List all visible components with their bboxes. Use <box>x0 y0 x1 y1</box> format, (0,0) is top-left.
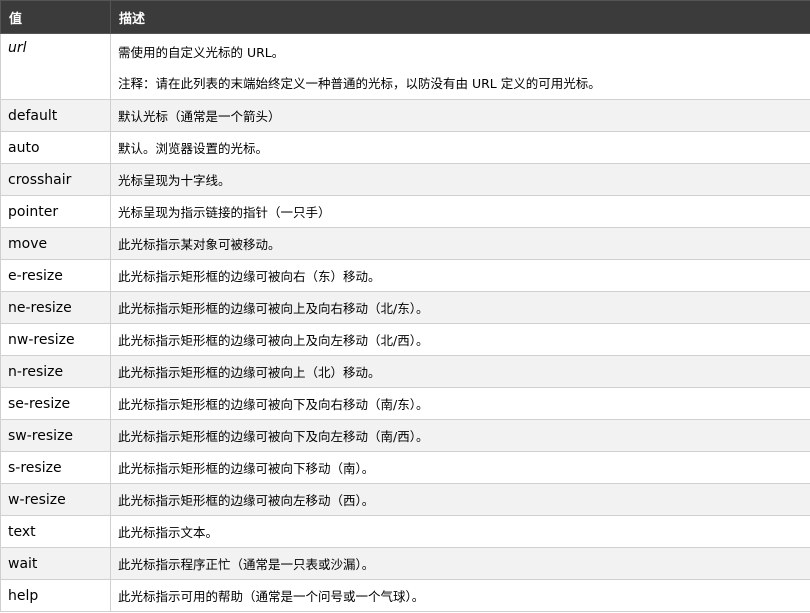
cell-value: e-resize <box>0 259 111 292</box>
cell-description: 光标呈现为十字线。 <box>110 163 810 196</box>
table-row: w-resize 此光标指示矩形框的边缘可被向左移动（西）。 <box>0 483 810 516</box>
cell-value: se-resize <box>0 387 111 420</box>
table-row: move 此光标指示某对象可被移动。 <box>0 227 810 260</box>
cell-description-note: 注释：请在此列表的末端始终定义一种普通的光标，以防没有由 URL 定义的可用光标… <box>118 76 601 91</box>
cell-value: url <box>0 33 111 100</box>
column-header-value: 值 <box>0 0 111 34</box>
cell-description: 此光标指示矩形框的边缘可被向上及向右移动（北/东）。 <box>110 291 810 324</box>
table-row: pointer 光标呈现为指示链接的指针（一只手） <box>0 195 810 228</box>
table-row: e-resize 此光标指示矩形框的边缘可被向右（东）移动。 <box>0 259 810 292</box>
cell-value: wait <box>0 547 111 580</box>
cell-value: nw-resize <box>0 323 111 356</box>
cell-description: 此光标指示程序正忙（通常是一只表或沙漏）。 <box>110 547 810 580</box>
column-header-description: 描述 <box>110 0 810 34</box>
table-row: s-resize 此光标指示矩形框的边缘可被向下移动（南）。 <box>0 451 810 484</box>
table-row: help 此光标指示可用的帮助（通常是一个问号或一个气球）。 <box>0 579 810 612</box>
cell-value: pointer <box>0 195 111 228</box>
cursor-values-table: 值 描述 url 需使用的自定义光标的 URL。 注释：请在此列表的末端始终定义… <box>0 0 810 612</box>
table-header-row: 值 描述 <box>0 0 810 34</box>
table-row: sw-resize 此光标指示矩形框的边缘可被向下及向左移动（南/西）。 <box>0 419 810 452</box>
cell-description: 此光标指示某对象可被移动。 <box>110 227 810 260</box>
cell-value: ne-resize <box>0 291 111 324</box>
table-row: url 需使用的自定义光标的 URL。 注释：请在此列表的末端始终定义一种普通的… <box>0 33 810 100</box>
cell-value: n-resize <box>0 355 111 388</box>
cell-value: default <box>0 99 111 132</box>
table-row: wait 此光标指示程序正忙（通常是一只表或沙漏）。 <box>0 547 810 580</box>
cell-description: 此光标指示可用的帮助（通常是一个问号或一个气球）。 <box>110 579 810 612</box>
table-body: url 需使用的自定义光标的 URL。 注释：请在此列表的末端始终定义一种普通的… <box>0 33 810 612</box>
cell-value: auto <box>0 131 111 164</box>
cell-description: 此光标指示矩形框的边缘可被向下及向右移动（南/东）。 <box>110 387 810 420</box>
cell-description: 此光标指示矩形框的边缘可被向上及向左移动（北/西）。 <box>110 323 810 356</box>
cell-value: help <box>0 579 111 612</box>
cell-description-line: 需使用的自定义光标的 URL。 <box>118 45 285 60</box>
cell-value: s-resize <box>0 451 111 484</box>
table-row: se-resize 此光标指示矩形框的边缘可被向下及向右移动（南/东）。 <box>0 387 810 420</box>
cell-description: 此光标指示矩形框的边缘可被向上（北）移动。 <box>110 355 810 388</box>
cell-description: 此光标指示矩形框的边缘可被向左移动（西）。 <box>110 483 810 516</box>
cell-value: text <box>0 515 111 548</box>
table-row: crosshair 光标呈现为十字线。 <box>0 163 810 196</box>
table-row: text 此光标指示文本。 <box>0 515 810 548</box>
table-row: ne-resize 此光标指示矩形框的边缘可被向上及向右移动（北/东）。 <box>0 291 810 324</box>
cell-description: 此光标指示矩形框的边缘可被向下移动（南）。 <box>110 451 810 484</box>
cell-description: 默认。浏览器设置的光标。 <box>110 131 810 164</box>
cell-description: 此光标指示矩形框的边缘可被向右（东）移动。 <box>110 259 810 292</box>
cell-value: sw-resize <box>0 419 111 452</box>
cell-value: move <box>0 227 111 260</box>
cell-description: 默认光标（通常是一个箭头） <box>110 99 810 132</box>
cell-description: 此光标指示矩形框的边缘可被向下及向左移动（南/西）。 <box>110 419 810 452</box>
table-row: default 默认光标（通常是一个箭头） <box>0 99 810 132</box>
cell-description: 此光标指示文本。 <box>110 515 810 548</box>
table-row: nw-resize 此光标指示矩形框的边缘可被向上及向左移动（北/西）。 <box>0 323 810 356</box>
cell-value: w-resize <box>0 483 111 516</box>
table-row: auto 默认。浏览器设置的光标。 <box>0 131 810 164</box>
cell-value: crosshair <box>0 163 111 196</box>
cell-description: 需使用的自定义光标的 URL。 注释：请在此列表的末端始终定义一种普通的光标，以… <box>110 33 810 100</box>
table-row: n-resize 此光标指示矩形框的边缘可被向上（北）移动。 <box>0 355 810 388</box>
cell-description: 光标呈现为指示链接的指针（一只手） <box>110 195 810 228</box>
